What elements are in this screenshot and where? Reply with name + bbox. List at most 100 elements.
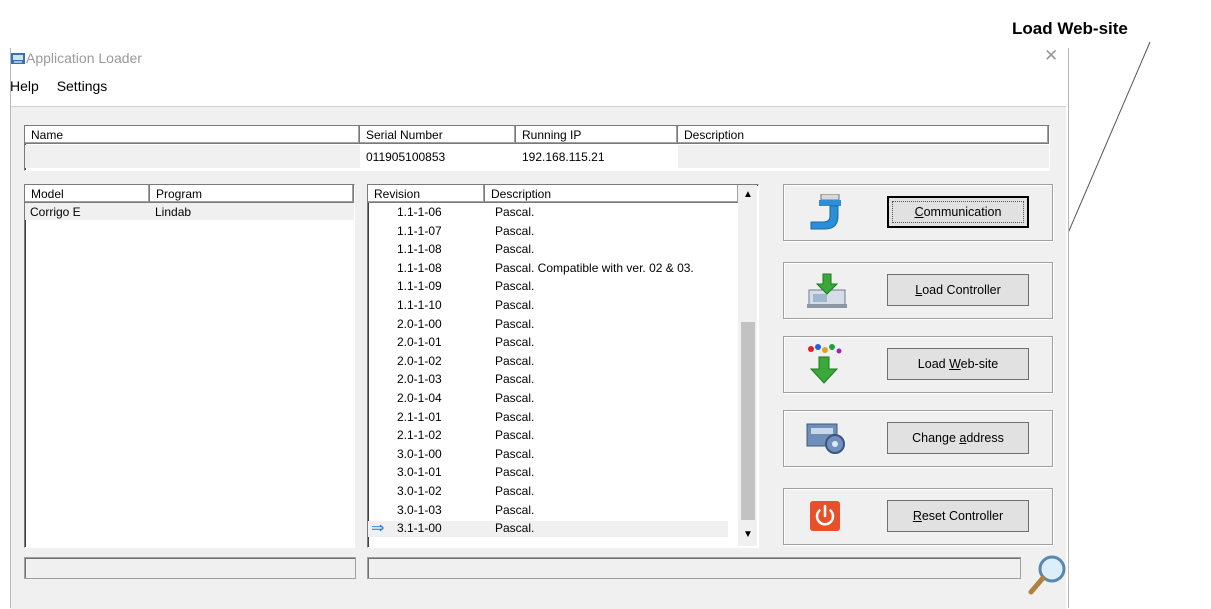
program-cell: Lindab (155, 205, 192, 219)
reset-controller-group: Reset Controller (783, 488, 1053, 545)
table-row[interactable]: 1.1-1-10 Pascal. (368, 298, 728, 314)
model-cell: Corrigo E (30, 205, 81, 219)
description-cell: Pascal. (495, 465, 535, 480)
description-cell: Pascal. (495, 484, 535, 498)
app-icon (11, 53, 25, 64)
scroll-up-icon[interactable]: ▲ (743, 189, 753, 200)
revision-cell: 1.1-1-07 (397, 223, 442, 238)
column-header-description[interactable]: Description (678, 126, 1049, 144)
table-row[interactable]: 3.0-1-00 Pascal. (368, 447, 728, 463)
description-cell: Pascal. (495, 521, 535, 536)
load-controller-icon (807, 273, 847, 308)
table-row[interactable]: 2.0-1-02 Pascal. (368, 354, 728, 370)
table-row[interactable]: 3.0-1-01 Pascal. (368, 465, 728, 481)
scroll-down-icon[interactable]: ▼ (743, 529, 753, 540)
table-row[interactable]: 2.1-1-01 Pascal. (368, 410, 728, 426)
description-cell: Pascal. (495, 298, 535, 312)
vertical-scrollbar[interactable]: ▲ ▼ (738, 185, 757, 546)
description-cell: Pascal. (495, 502, 535, 517)
description-cell: Pascal. Compatible with ver. 02 & 03. (495, 260, 694, 275)
menu-item-settings[interactable]: Settings (57, 78, 108, 94)
revision-cell: 2.0-1-04 (397, 391, 442, 405)
column-header-name[interactable]: Name (25, 126, 360, 144)
revision-cell: 3.0-1-01 (397, 465, 442, 480)
table-row[interactable]: 2.0-1-01 Pascal. (368, 335, 728, 351)
description-cell: Pascal. (495, 316, 535, 331)
reset-controller-button[interactable]: Reset Controller (887, 500, 1029, 532)
table-row[interactable]: 3.0-1-02 Pascal. (368, 484, 728, 500)
load-website-button[interactable]: Load Web-site (887, 348, 1029, 380)
window-title: Application Loader (26, 50, 142, 66)
model-table[interactable]: Model Program Corrigo E Lindab (24, 184, 355, 548)
revision-cell: 3.1-1-00 (397, 521, 442, 536)
description-cell: Pascal. (495, 205, 535, 219)
table-row[interactable]: 2.0-1-03 Pascal. (368, 372, 728, 388)
revision-cell: 2.0-1-01 (397, 335, 442, 350)
revision-cell: 1.1-1-10 (397, 298, 442, 312)
table-row[interactable]: 2.0-1-00 Pascal. (368, 317, 728, 333)
revision-cell: 2.1-1-02 (397, 428, 442, 443)
magnifier-icon[interactable] (1028, 552, 1068, 600)
load-controller-group: Load Controller (783, 262, 1053, 319)
table-row[interactable]: ⇒ 3.1-1-00 Pascal. (368, 520, 728, 538)
table-row-selected-bg (678, 145, 1049, 168)
download-arrow-icon (808, 344, 842, 384)
description-cell: Pascal. (495, 372, 535, 387)
current-arrow-icon: ⇒ (371, 520, 385, 538)
change-address-button[interactable]: Change address (887, 422, 1029, 454)
table-row[interactable]: 1.1-1-06 Pascal. (368, 205, 728, 221)
table-row[interactable]: 1.1-1-07 Pascal. (368, 224, 728, 240)
revision-cell: 3.0-1-00 (397, 446, 442, 461)
revision-cell: 1.1-1-09 (397, 279, 442, 294)
status-field-left (24, 557, 356, 579)
menu-item-help[interactable]: Help (10, 78, 39, 94)
table-row[interactable]: 2.1-1-02 Pascal. (368, 428, 728, 444)
communication-button[interactable]: Communication (887, 196, 1029, 228)
load-controller-button[interactable]: Load Controller (887, 274, 1029, 306)
revision-list: 1.1-1-06 Pascal. 1.1-1-07 Pascal. 1.1-1-08 Pa… (368, 205, 738, 545)
revision-cell: 1.1-1-06 (397, 205, 442, 219)
revision-cell: 1.1-1-08 (397, 242, 442, 257)
revision-cell: 2.1-1-01 (397, 409, 442, 424)
column-header-revision-description[interactable]: Description (485, 185, 739, 203)
menu-bar: Help Settings (10, 78, 121, 94)
revision-cell: 3.0-1-03 (397, 502, 442, 517)
revision-cell: 1.1-1-08 (397, 260, 442, 275)
device-table[interactable]: Name Serial Number Running IP Descriptio… (24, 125, 1050, 171)
description-cell: Pascal. (495, 446, 535, 461)
serial-number-value[interactable]: 011905100853 (366, 150, 445, 164)
revision-table[interactable]: Revision Description 1.1-1-06 Pascal. 1.1-… (367, 184, 759, 548)
revision-cell: 2.0-1-03 (397, 372, 442, 387)
column-header-serial[interactable]: Serial Number (360, 126, 516, 144)
connector-plug-icon (810, 194, 841, 230)
communication-group: Communication (783, 184, 1053, 241)
table-row[interactable]: 3.0-1-03 Pascal. (368, 503, 728, 519)
table-row[interactable]: 1.1-1-08 Pascal. (368, 242, 728, 258)
description-cell: Pascal. (495, 391, 535, 405)
description-cell: Pascal. (495, 335, 535, 350)
description-cell: Pascal. (495, 409, 535, 424)
column-header-model[interactable]: Model (25, 185, 150, 203)
revision-cell: 2.0-1-02 (397, 353, 442, 368)
table-row[interactable]: Corrigo E Lindab (25, 203, 354, 220)
status-field-right (367, 557, 1021, 579)
table-row[interactable]: 1.1-1-08 Pascal. Compatible with ver. 02 … (368, 261, 728, 277)
scrollbar-thumb[interactable] (741, 322, 755, 520)
column-header-ip[interactable]: Running IP (516, 126, 678, 144)
revision-cell: 3.0-1-02 (397, 484, 442, 498)
load-website-group: Load Web-site (783, 336, 1053, 393)
table-row[interactable]: 1.1-1-09 Pascal. (368, 279, 728, 295)
power-icon (810, 501, 840, 531)
table-row-selected-bg (25, 145, 360, 168)
description-cell: Pascal. (495, 428, 535, 443)
running-ip-value[interactable]: 192.168.115.21 (522, 150, 605, 164)
table-row[interactable]: 2.0-1-04 Pascal. (368, 391, 728, 407)
description-cell: Pascal. (495, 242, 535, 257)
description-cell: Pascal. (495, 279, 535, 294)
address-card-gear-icon (806, 423, 845, 454)
column-header-program[interactable]: Program (150, 185, 354, 203)
description-cell: Pascal. (495, 223, 535, 238)
description-cell: Pascal. (495, 353, 535, 368)
close-icon[interactable]: ✕ (1044, 46, 1058, 66)
column-header-revision[interactable]: Revision (368, 185, 485, 203)
